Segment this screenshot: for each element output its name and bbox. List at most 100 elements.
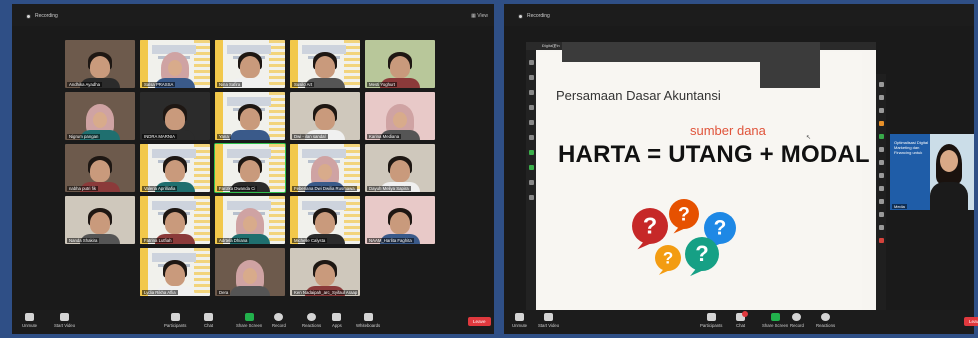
tool-icon[interactable] [878,225,884,230]
participant-tile[interactable]: Feberiana Dwi Dwilia Rusmawa [290,144,360,192]
participant-name: NAAM_Harlita Faghita [367,238,414,243]
leave-button[interactable]: Leave [964,317,978,326]
participant-name: INDRA MARNIA [142,134,178,139]
participant-tile[interactable]: Nanda Shakira [65,196,135,244]
question-bubble-icon: ? [632,208,668,250]
video-off-button[interactable]: Start Video [538,313,559,328]
participant-tile[interactable]: Lydia Rikha Aflia [140,248,210,296]
participant-tile[interactable]: Susilo Art [290,40,360,88]
participant-tile[interactable]: Karina Mediana [365,92,435,140]
question-bubbles-illustration: ????? [632,199,736,277]
window-top-bar: Recording [504,4,974,26]
recording-label: Recording [35,13,58,19]
participant-tile[interactable]: Andhika Ayadha [65,40,135,88]
participant-tile[interactable]: Nigrum pangan [65,92,135,140]
tool-icon[interactable] [878,160,884,165]
participant-tile[interactable]: Mesti Yoghurt [365,40,435,88]
participant-tile[interactable]: Yana [215,92,285,140]
microphone-muted-button[interactable]: Unmute [22,313,37,328]
chat-button[interactable]: Chat [204,313,213,328]
participant-tile[interactable]: Fatrina Lutfiah [140,196,210,244]
participant-tile[interactable]: NAAM_Harlita Faghita [365,196,435,244]
participant-count: 26 [174,312,179,317]
tool-icon[interactable] [878,95,884,100]
participant-tile[interactable]: Nina Safira [215,40,285,88]
leave-button[interactable]: Leave [468,317,491,326]
sidebar-tool-icon[interactable] [528,165,534,170]
share-screen-button[interactable]: Share Screen [236,313,262,328]
participant-tile[interactable]: Michelle Calysta [290,196,360,244]
whiteboard-button[interactable]: Whiteboards [356,313,380,328]
toolbar-label: Chat [204,323,214,328]
microphone-muted-button[interactable]: Unmute [512,313,527,328]
tool-icon[interactable] [878,212,884,217]
tool-icon[interactable] [878,147,884,152]
reactions-button[interactable]: Reactions [816,313,835,328]
recording-indicator[interactable]: Recording [26,13,58,19]
chat-icon [204,313,214,321]
participant-tile[interactable]: Dayuh Meliya Sapira [365,144,435,192]
participant-tile[interactable]: Farizka Dwanda Ci [215,144,285,192]
chat-button[interactable]: Chat [736,311,748,328]
record-button[interactable]: Record [272,313,286,328]
speaker-name: Media [892,204,907,209]
sidebar-tool-icon[interactable] [528,195,534,200]
window-top-bar: Recording ▦ View [12,4,494,26]
toolbar-label: Apps [332,323,342,328]
sidebar-tool-icon[interactable] [528,90,534,95]
participant-tile[interactable]: Dwi - ilan sandal [290,92,360,140]
participant-name: Valeria Aprilliafia [142,186,178,191]
speaker-video-thumbnail[interactable]: Optimalisasi Digital Marketing dan Finan… [890,134,974,210]
share-screen-icon [244,313,254,321]
video-off-button[interactable]: Start Video [54,313,75,328]
reactions-button[interactable]: Reactions [302,313,321,328]
tool-icon[interactable] [878,199,884,204]
tool-icon[interactable] [878,108,884,113]
sidebar-tool-icon[interactable] [528,180,534,185]
tool-icon[interactable] [878,82,884,87]
slide-title: Persamaan Dasar Akuntansi [556,88,721,103]
participant-name: Lydia Rikha Aflia [142,290,178,295]
question-bubble-icon: ? [685,237,719,277]
speaker-background-banner: Optimalisasi Digital Marketing dan Finan… [890,134,930,210]
toolbar-label: Start Video [538,323,560,328]
apps-button[interactable]: Apps [332,313,342,328]
sidebar-tool-icon[interactable] [528,75,534,80]
participant-tile[interactable]: nabha putri fik [65,144,135,192]
tool-icon[interactable] [878,238,884,243]
sidebar-tool-icon[interactable] [528,105,534,110]
participant-tile[interactable]: INDRA MARNIA [140,92,210,140]
sidebar-tool-icon[interactable] [528,135,534,140]
slide-annotation: sumber dana [690,123,766,138]
participant-tile[interactable]: Dera [215,248,285,296]
record-button[interactable]: Record [790,313,804,328]
view-button[interactable]: ▦ View [471,13,488,19]
participants-button[interactable]: 26 Participants [164,312,186,328]
participant-name: Fatrina Lutfiah [142,238,174,243]
participant-name: Nigrum pangan [67,134,101,139]
share-screen-button[interactable]: Share Screen [762,313,788,328]
participant-name: Yana [217,134,231,139]
participant-tile[interactable]: Valeria Aprilliafia [140,144,210,192]
annotation-toolbar [876,74,886,310]
screen-share-window: Recording Digital Fin ▫ ◫ — ▢ ✕ Persamaa… [504,4,978,334]
tool-icon[interactable] [878,186,884,191]
microphone-muted-icon [25,313,35,321]
toolbar-label: Participants [700,323,723,328]
participant-tile[interactable]: Salsa PRASSA [140,40,210,88]
participant-tile[interactable]: Adrtela Dhiana [215,196,285,244]
toolbar-label: Chat [736,323,746,328]
svg-text:?: ? [695,241,709,266]
participants-button[interactable]: 26 Participants [700,312,723,328]
sidebar-tool-icon[interactable] [528,150,534,155]
tool-icon[interactable] [878,134,884,139]
tool-icon[interactable] [878,173,884,178]
sidebar-tool-icon[interactable] [528,60,534,65]
question-bubble-icon: ? [669,199,699,234]
shared-app-left-sidebar [526,50,536,312]
view-label: View [477,13,488,19]
tool-icon[interactable] [878,121,884,126]
participant-tile[interactable]: Ken Nadaipah_arc_Syifaul Araap [290,248,360,296]
sidebar-tool-icon[interactable] [528,120,534,125]
recording-indicator[interactable]: Recording [518,13,550,19]
